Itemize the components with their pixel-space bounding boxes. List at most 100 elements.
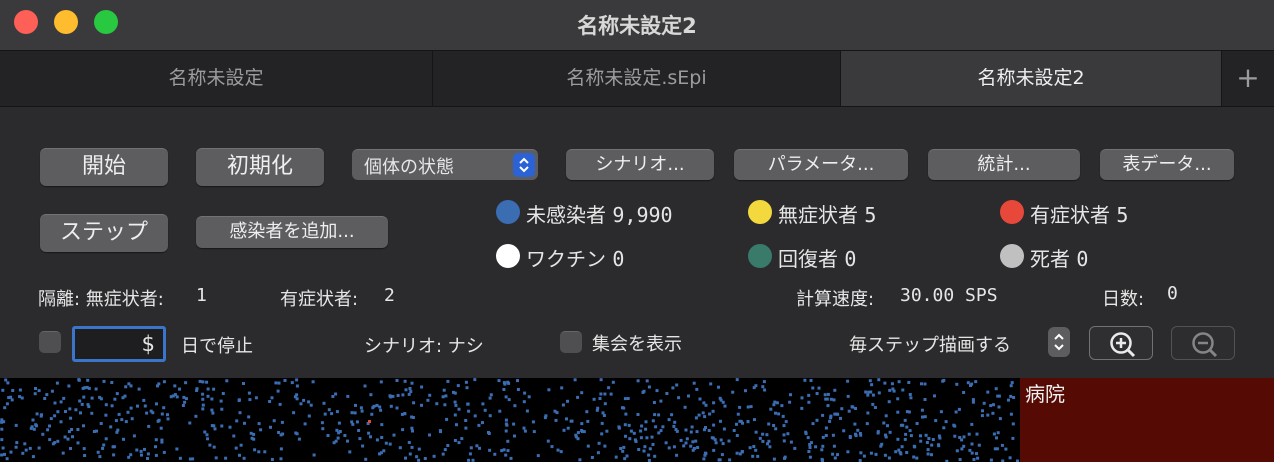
agent-dot (400, 412, 404, 416)
agent-dot (596, 451, 600, 455)
agent-dot (359, 406, 363, 410)
agent-dot (886, 424, 889, 428)
agent-dot (909, 434, 913, 438)
start-button[interactable]: 開始 (40, 148, 168, 186)
agent-dot (586, 419, 590, 423)
agent-dot (894, 450, 898, 454)
agent-dot (704, 452, 708, 456)
stop-day-checkbox[interactable] (39, 331, 61, 353)
legend-vaccinated: ワクチン 0 (526, 243, 624, 272)
zoom-in-button[interactable] (1089, 326, 1153, 360)
agent-dot (32, 427, 36, 431)
tab-document-2[interactable]: 名称未設定.sEpi (433, 51, 841, 106)
agent-dot (481, 421, 484, 425)
agent-dot (859, 451, 863, 455)
agent-dot (309, 403, 313, 407)
agent-dot (580, 391, 584, 395)
agent-dot (823, 393, 827, 397)
agent-dot (346, 394, 350, 398)
agent-dot (1011, 422, 1015, 426)
agent-dot (955, 382, 959, 386)
agent-dot (379, 408, 383, 412)
agent-dot (800, 406, 804, 410)
zoom-out-button[interactable] (1171, 326, 1235, 360)
agent-dot (6, 381, 10, 385)
agent-dot (478, 446, 481, 450)
agent-dot (904, 432, 908, 436)
agent-dot (723, 404, 727, 408)
agent-dot (162, 406, 166, 410)
agent-dot (457, 441, 461, 445)
agent-dot (504, 429, 508, 433)
stepper-icon[interactable] (1048, 327, 1070, 357)
init-button[interactable]: 初期化 (196, 148, 324, 186)
agent-dot (731, 390, 735, 394)
tab-document-3[interactable]: 名称未設定2 (841, 51, 1222, 106)
agent-dot (969, 384, 972, 387)
agent-dot (645, 379, 649, 383)
agent-dot (640, 424, 644, 428)
agent-dot (647, 453, 651, 457)
agent-dot (559, 450, 563, 454)
agent-dot (330, 412, 334, 416)
agent-dot (833, 388, 837, 392)
agent-dot (853, 422, 857, 426)
agent-dot (55, 381, 59, 385)
agent-dot (636, 379, 640, 383)
agent-dot (3, 452, 6, 456)
agent-dot (464, 426, 468, 430)
legend-symptomatic: 有症状者 5 (1030, 199, 1128, 228)
agent-dot (408, 387, 412, 390)
agent-dot (487, 432, 491, 435)
agent-dot (691, 440, 695, 444)
agent-dot (18, 388, 22, 392)
agent-dot (982, 401, 986, 405)
agent-dot (811, 422, 815, 426)
agent-dot (543, 416, 547, 420)
show-gathering-checkbox[interactable] (560, 331, 582, 353)
agent-dot (92, 430, 96, 433)
agent-dot (465, 386, 469, 390)
agent-dot (550, 445, 554, 449)
agent-dot (627, 423, 631, 427)
agent-dot (363, 384, 367, 388)
agent-dot (40, 413, 43, 417)
stop-day-input[interactable]: $ (72, 326, 166, 362)
agent-dot (160, 440, 164, 444)
agent-dot (1009, 412, 1013, 416)
agent-dot (407, 441, 411, 444)
agent-dot (443, 403, 447, 407)
agent-dot (205, 380, 209, 384)
agent-dot (900, 445, 904, 449)
scenario-button[interactable]: シナリオ... (566, 149, 714, 180)
agent-dot (420, 385, 424, 389)
agent-dot (927, 437, 931, 440)
agent-dot (926, 448, 930, 452)
step-button[interactable]: ステップ (40, 214, 168, 252)
agent-dot (210, 408, 214, 412)
zoom-out-icon (1192, 332, 1218, 358)
agent-dot (102, 443, 106, 447)
agent-dot (380, 436, 384, 439)
agent-dot (456, 384, 460, 388)
agent-dot (807, 393, 811, 397)
agent-dot (29, 426, 33, 430)
agent-dot (426, 398, 430, 402)
tab-document-1[interactable]: 名称未設定 (0, 51, 433, 106)
agent-dot (162, 380, 166, 384)
agent-dot (115, 392, 119, 396)
agent-dot (763, 388, 767, 392)
simulation-view[interactable]: 病院 (0, 378, 1274, 462)
add-tab-button[interactable]: + (1222, 51, 1274, 106)
statistics-button[interactable]: 統計... (928, 149, 1080, 180)
agent-dot (536, 454, 540, 458)
agent-dot (624, 412, 628, 416)
agent-dot (292, 411, 296, 415)
view-select[interactable]: 個体の状態 (352, 149, 538, 180)
agent-dot (56, 439, 60, 443)
parameters-button[interactable]: パラメータ... (734, 149, 908, 180)
agent-dot (746, 405, 750, 409)
agent-dot (253, 448, 257, 452)
table-data-button[interactable]: 表データ... (1100, 149, 1234, 180)
add-infected-button[interactable]: 感染者を追加... (196, 216, 388, 248)
